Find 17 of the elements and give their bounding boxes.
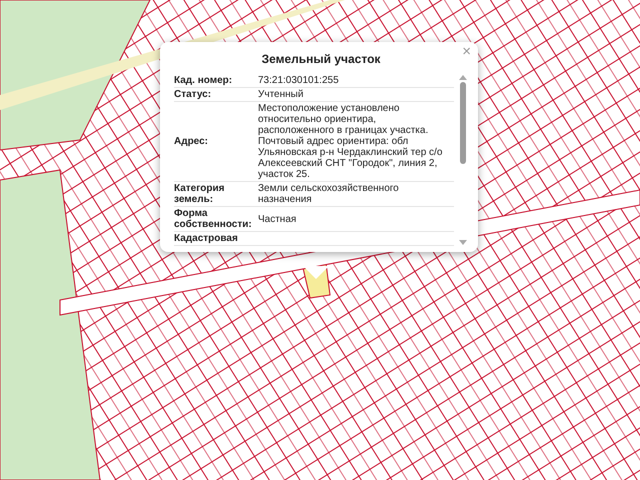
- field-value: Земли сельскохозяйственного назначения: [258, 183, 400, 205]
- field-label: Категория земель:: [174, 183, 226, 205]
- field-label: Форма собственности:: [174, 208, 253, 230]
- close-button[interactable]: ×: [459, 43, 474, 60]
- field-value: Местоположение установлено относительно ориентира, расположенного в границах участка. Почтовый адрес ориентира: обл Ульяновская р-н Чердаклинский тер с/о Алексеевский СНТ "Городок", линия 2, участок 25.: [258, 103, 444, 180]
- scroll-down-icon[interactable]: [459, 240, 467, 246]
- field-value: 73:21:030101:255: [258, 75, 340, 86]
- field-value: Частная: [258, 214, 298, 224]
- scroll-up-icon[interactable]: [459, 74, 467, 80]
- scrollbar[interactable]: [458, 74, 468, 246]
- field-label: Статус:: [174, 89, 212, 100]
- field-label: Кад. номер:: [174, 75, 234, 86]
- field-value: Учтенный: [258, 89, 304, 100]
- popup-title: Земельный участок: [260, 52, 382, 66]
- field-label: Адрес:: [174, 136, 209, 147]
- popup-pointer: [303, 266, 329, 280]
- field-label: Кадастровая: [174, 233, 239, 244]
